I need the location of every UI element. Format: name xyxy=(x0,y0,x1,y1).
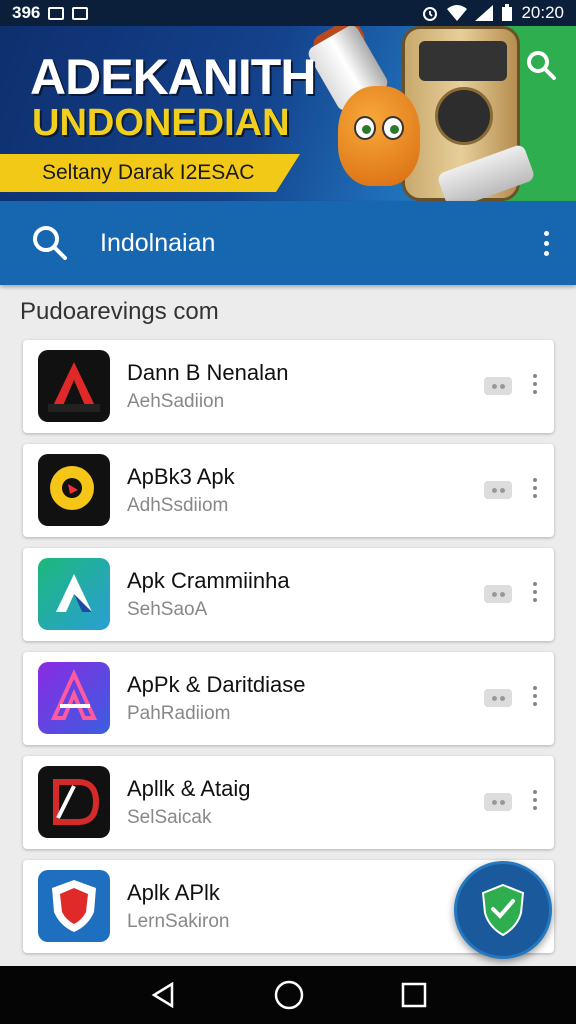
search-bar[interactable]: Indolnaian xyxy=(0,201,576,285)
image-notification-icon xyxy=(72,6,89,20)
search-icon[interactable] xyxy=(30,223,70,263)
app-icon-purple-a xyxy=(38,662,110,734)
wifi-icon xyxy=(447,5,468,21)
app-icon-red-a xyxy=(38,350,110,422)
app-icon-yellow-circle xyxy=(38,454,110,526)
kebab-menu-icon[interactable] xyxy=(530,790,540,816)
list-item[interactable]: Apllk & Ataig SelSaicak xyxy=(23,756,554,849)
banner-strip-text: Seltany Darak I2ESAC xyxy=(42,161,255,184)
section-title: Pudoarevings com xyxy=(20,298,219,325)
shield-fab-button[interactable] xyxy=(454,861,552,959)
alarm-icon xyxy=(423,7,438,21)
app-subtitle: PahRadiiom xyxy=(127,703,231,724)
kebab-menu-icon[interactable] xyxy=(530,686,540,712)
list-item[interactable]: Apk Crammiinha SehSaoA xyxy=(23,548,554,641)
status-right: 20:20 xyxy=(421,3,564,23)
signal-icon xyxy=(475,5,494,21)
app-subtitle: SelSaicak xyxy=(127,807,212,828)
recents-icon[interactable] xyxy=(400,981,428,1009)
search-input[interactable]: Indolnaian xyxy=(100,229,536,258)
shield-check-icon xyxy=(481,883,525,937)
app-name: Apk Crammiinha xyxy=(127,568,290,593)
list-item[interactable]: Dann B Nenalan AehSadiion xyxy=(23,340,554,433)
banner-subtitle: UNDONEDIAN xyxy=(32,102,290,144)
app-icon-shield xyxy=(38,870,110,942)
status-left: 396 xyxy=(12,3,89,23)
promo-banner[interactable]: ADEKANITH UNDONEDIAN Seltany Darak I2ESA… xyxy=(0,26,576,201)
more-pill-icon[interactable] xyxy=(484,377,512,395)
battery-icon xyxy=(502,4,513,21)
app-name: ApPk & Daritdiase xyxy=(127,672,306,697)
list-item[interactable]: ApBk3 Apk AdhSsdiiom xyxy=(23,444,554,537)
more-pill-icon[interactable] xyxy=(484,481,512,499)
app-icon-red-d xyxy=(38,766,110,838)
back-icon[interactable] xyxy=(148,980,178,1010)
more-pill-icon[interactable] xyxy=(484,793,512,811)
app-subtitle: LernSakiron xyxy=(127,911,230,932)
app-name: Apllk & Ataig xyxy=(127,776,251,801)
kebab-menu-icon[interactable] xyxy=(530,374,540,400)
app-subtitle: SehSaoA xyxy=(127,599,208,620)
system-nav-bar xyxy=(0,966,576,1024)
app-subtitle: AehSadiion xyxy=(127,391,225,412)
kebab-menu-icon[interactable] xyxy=(530,478,540,504)
banner-strip: Seltany Darak I2ESAC xyxy=(0,154,300,192)
app-name: ApBk3 Apk xyxy=(127,464,235,489)
banner-mascot xyxy=(338,86,420,186)
banner-title: ADEKANITH xyxy=(30,49,316,105)
more-pill-icon[interactable] xyxy=(484,585,512,603)
status-time: 20:20 xyxy=(521,3,564,22)
more-pill-icon[interactable] xyxy=(484,689,512,707)
app-subtitle: AdhSsdiiom xyxy=(127,495,229,516)
banner-search-icon[interactable] xyxy=(524,48,558,82)
app-icon-green-a xyxy=(38,558,110,630)
app-name: Aplk APlk xyxy=(127,880,220,905)
status-left-text: 396 xyxy=(12,3,41,22)
status-bar: 396 20:20 xyxy=(0,0,576,26)
app-name: Dann B Nenalan xyxy=(127,360,289,385)
kebab-menu-icon[interactable] xyxy=(530,582,540,608)
notification-icon xyxy=(48,6,65,20)
home-icon[interactable] xyxy=(273,979,305,1011)
list-item[interactable]: ApPk & Daritdiase PahRadiiom xyxy=(23,652,554,745)
overflow-menu-icon[interactable] xyxy=(536,225,556,261)
